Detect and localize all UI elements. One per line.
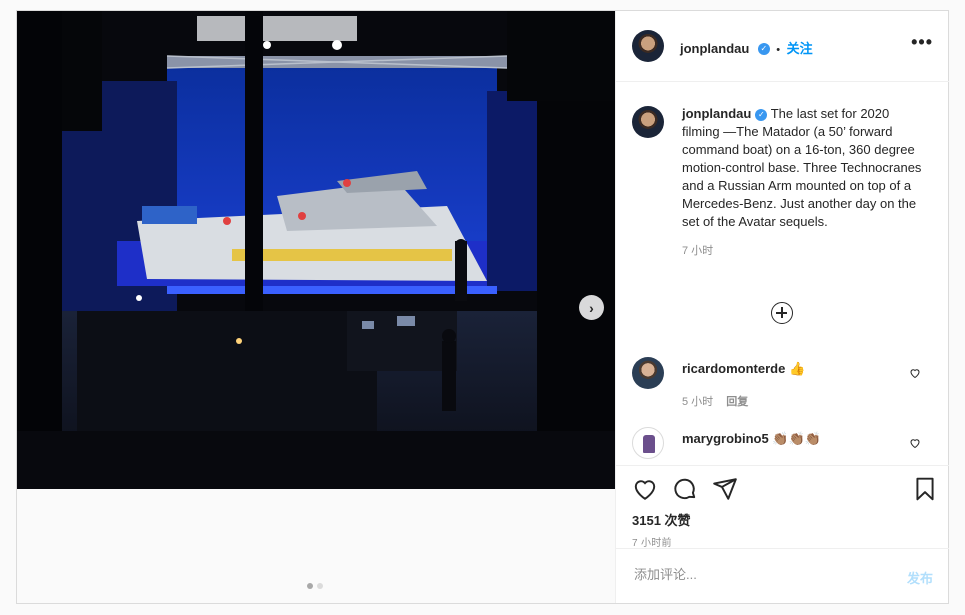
verified-icon: ✓ [757,42,770,55]
comment-time: 5 小时 [682,396,714,408]
caption-time: 7 小时 [682,245,714,257]
comment-input[interactable] [632,566,876,583]
film-set-photo [17,11,615,489]
pagination-dot-active [307,583,313,589]
comment-text: 👏🏽👏🏽👏🏽 [772,431,821,446]
image-pagination-dots [307,583,323,589]
verified-icon: ✓ [755,108,768,121]
more-icon[interactable]: ••• [911,33,933,51]
load-more-icon[interactable] [771,302,793,324]
follow-button[interactable]: 关注 [787,41,813,56]
caption-author-username[interactable]: jonplandau [682,106,751,121]
like-comment-icon[interactable] [909,367,921,379]
post-card: › jonplandau ✓ • 关注 ••• jonplandau ✓ The … [16,10,949,604]
author-username[interactable]: jonplandau [680,41,749,56]
bookmark-icon[interactable] [912,476,938,502]
caption: jonplandau ✓ The last set for 2020 filmin… [682,105,927,260]
comment-avatar[interactable] [632,427,664,459]
comment-username[interactable]: marygrobino5 [682,431,769,446]
post-timestamp: 7 小时前 [632,538,672,549]
comment-username[interactable]: ricardomonterde [682,361,785,376]
comment-avatar[interactable] [632,357,664,389]
chevron-right-icon: › [589,299,594,316]
comment-icon[interactable] [672,476,698,502]
heart-icon[interactable] [632,476,658,502]
comments-list: jonplandau ✓ The last set for 2020 filmin… [616,82,949,465]
post-header: jonplandau ✓ • 关注 ••• [616,11,949,82]
share-icon[interactable] [712,476,738,502]
post-image[interactable]: › [17,11,615,489]
next-image-button[interactable]: › [579,295,604,320]
separator-dot: • [776,44,781,56]
comment-meta: 5 小时 回复 [682,393,748,409]
post-actions: 3151 次赞 7 小时前 发布 [616,465,949,603]
like-comment-icon[interactable] [909,437,921,449]
add-comment-bar: 发布 [616,548,949,602]
caption-author-avatar[interactable] [632,106,664,138]
post-sidebar: jonplandau ✓ • 关注 ••• jonplandau ✓ The la… [615,11,949,603]
post-comment-button[interactable]: 发布 [907,568,933,587]
author-avatar[interactable] [632,30,664,62]
comment-item: ricardomonterde 👍 [682,361,805,377]
comment-item: marygrobino5 👏🏽👏🏽👏🏽 [682,431,821,447]
header-author-line: jonplandau ✓ • 关注 [680,38,813,58]
caption-text: The last set for 2020 filming —The Matad… [682,106,922,229]
pagination-dot [317,583,323,589]
likes-count[interactable]: 3151 次赞 [632,510,691,529]
comment-text: 👍 [788,361,806,376]
reply-button[interactable]: 回复 [726,396,748,408]
